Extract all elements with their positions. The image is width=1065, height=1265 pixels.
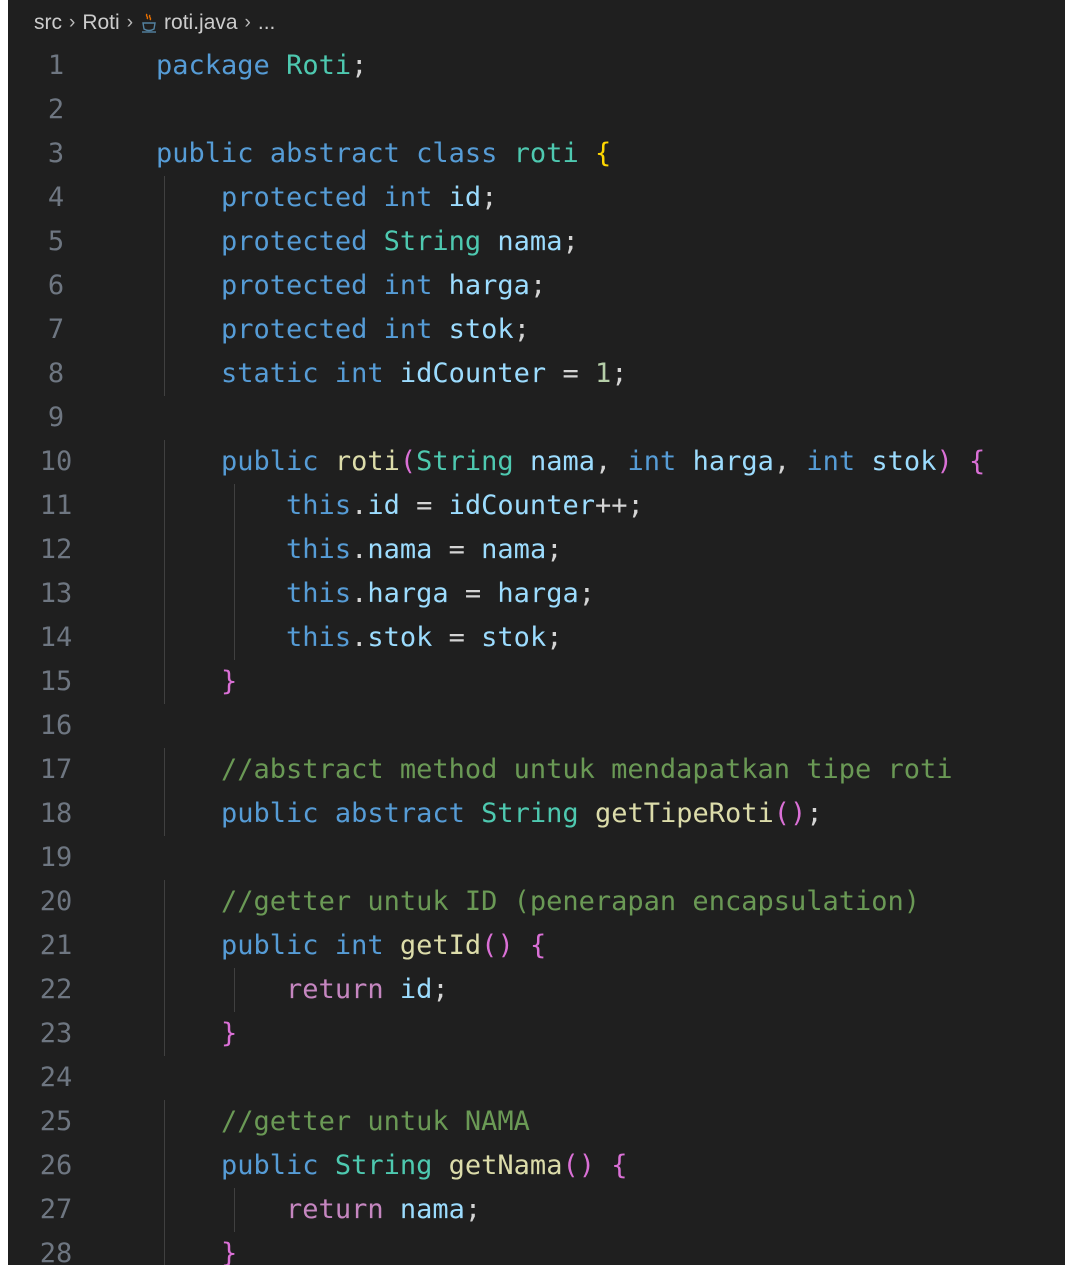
code-text: protected int harga; bbox=[221, 270, 547, 301]
code-text: static int idCounter = 1; bbox=[221, 358, 628, 389]
code-line[interactable]: 21 public int getId() { bbox=[8, 924, 1065, 968]
line-number: 17 bbox=[39, 754, 73, 785]
line-number: 28 bbox=[39, 1238, 73, 1265]
code-text: protected int stok; bbox=[221, 314, 530, 345]
breadcrumb-separator: › bbox=[126, 12, 134, 33]
breadcrumb-item-src[interactable]: src bbox=[34, 11, 62, 35]
line-number: 11 bbox=[39, 490, 73, 521]
line-number: 16 bbox=[39, 710, 73, 741]
code-text: this.nama = nama; bbox=[286, 534, 563, 565]
code-text: return id; bbox=[286, 974, 449, 1005]
code-line[interactable]: 6 protected int harga; bbox=[8, 264, 1065, 308]
breadcrumb: src › Roti › roti.java › ... bbox=[34, 8, 275, 38]
code-line[interactable]: 23 } bbox=[8, 1012, 1065, 1056]
code-line[interactable]: 27 return nama; bbox=[8, 1188, 1065, 1232]
code-line[interactable]: 7 protected int stok; bbox=[8, 308, 1065, 352]
line-number: 21 bbox=[39, 930, 73, 961]
code-text: public roti(String nama, int harga, int … bbox=[221, 446, 986, 477]
line-number: 25 bbox=[39, 1106, 73, 1137]
code-line[interactable]: 28 } bbox=[8, 1232, 1065, 1265]
code-line[interactable]: 3 public abstract class roti { bbox=[8, 132, 1065, 176]
line-number: 18 bbox=[39, 798, 73, 829]
code-text: protected String nama; bbox=[221, 226, 579, 257]
code-line[interactable]: 15 } bbox=[8, 660, 1065, 704]
code-text: this.stok = stok; bbox=[286, 622, 563, 653]
code-line[interactable]: 9 bbox=[8, 396, 1065, 440]
code-line[interactable]: 26 public String getNama() { bbox=[8, 1144, 1065, 1188]
line-number: 22 bbox=[39, 974, 73, 1005]
code-line[interactable]: 13 this.harga = harga; bbox=[8, 572, 1065, 616]
line-number: 2 bbox=[47, 94, 65, 125]
code-line[interactable]: 10 public roti(String nama, int harga, i… bbox=[8, 440, 1065, 484]
line-number: 23 bbox=[39, 1018, 73, 1049]
line-number: 13 bbox=[39, 578, 73, 609]
line-number: 1 bbox=[47, 50, 65, 81]
line-number: 24 bbox=[39, 1062, 73, 1093]
line-number: 26 bbox=[39, 1150, 73, 1181]
code-line[interactable]: 2 bbox=[8, 88, 1065, 132]
code-line[interactable]: 17 //abstract method untuk mendapatkan t… bbox=[8, 748, 1065, 792]
code-line[interactable]: 11 this.id = idCounter++; bbox=[8, 484, 1065, 528]
line-number: 14 bbox=[39, 622, 73, 653]
breadcrumb-item-roti-folder[interactable]: Roti bbox=[82, 11, 119, 35]
line-number: 15 bbox=[39, 666, 73, 697]
breadcrumb-separator: › bbox=[69, 12, 76, 33]
code-line[interactable]: 14 this.stok = stok; bbox=[8, 616, 1065, 660]
line-number: 10 bbox=[39, 446, 73, 477]
breadcrumb-item-file[interactable]: roti.java bbox=[164, 11, 238, 35]
code-text: public abstract String getTipeRoti(); bbox=[221, 798, 823, 829]
line-number: 6 bbox=[47, 270, 65, 301]
code-text: //abstract method untuk mendapatkan tipe… bbox=[221, 754, 953, 785]
code-text: //getter untuk ID (penerapan encapsulati… bbox=[221, 886, 921, 917]
code-text: package Roti; bbox=[156, 50, 368, 81]
code-area[interactable]: 1 package Roti; 2 3 public abstract class ro… bbox=[8, 44, 1065, 1265]
line-number: 3 bbox=[47, 138, 65, 169]
code-line[interactable]: 25 //getter untuk NAMA bbox=[8, 1100, 1065, 1144]
code-line[interactable]: 20 //getter untuk ID (penerapan encapsul… bbox=[8, 880, 1065, 924]
code-text: public abstract class roti { bbox=[156, 138, 612, 169]
line-number: 20 bbox=[39, 886, 73, 917]
code-line[interactable]: 19 bbox=[8, 836, 1065, 880]
code-line[interactable]: 4 protected int id; bbox=[8, 176, 1065, 220]
code-line[interactable]: 24 bbox=[8, 1056, 1065, 1100]
code-text: public String getNama() { bbox=[221, 1150, 628, 1181]
code-line[interactable]: 22 return id; bbox=[8, 968, 1065, 1012]
code-line[interactable]: 12 this.nama = nama; bbox=[8, 528, 1065, 572]
code-line[interactable]: 8 static int idCounter = 1; bbox=[8, 352, 1065, 396]
code-text: this.harga = harga; bbox=[286, 578, 595, 609]
code-editor[interactable]: src › Roti › roti.java › ... 1 package Ro… bbox=[8, 0, 1065, 1265]
code-text: } bbox=[221, 1018, 238, 1049]
code-text: protected int id; bbox=[221, 182, 498, 213]
line-number: 9 bbox=[47, 402, 65, 433]
code-line[interactable]: 18 public abstract String getTipeRoti(); bbox=[8, 792, 1065, 836]
code-text: } bbox=[221, 1238, 238, 1265]
line-number: 8 bbox=[47, 358, 65, 389]
code-line[interactable]: 5 protected String nama; bbox=[8, 220, 1065, 264]
breadcrumb-separator: › bbox=[244, 12, 251, 33]
code-text: public int getId() { bbox=[221, 930, 547, 961]
code-text: //getter untuk NAMA bbox=[221, 1106, 530, 1137]
code-text: this.id = idCounter++; bbox=[286, 490, 644, 521]
code-text: return nama; bbox=[286, 1194, 482, 1225]
breadcrumb-item-symbols[interactable]: ... bbox=[258, 11, 276, 35]
line-number: 4 bbox=[47, 182, 65, 213]
line-number: 12 bbox=[39, 534, 73, 565]
line-number: 19 bbox=[39, 842, 73, 873]
code-line[interactable]: 1 package Roti; bbox=[8, 44, 1065, 88]
code-line[interactable]: 16 bbox=[8, 704, 1065, 748]
code-text: } bbox=[221, 666, 238, 697]
line-number: 27 bbox=[39, 1194, 73, 1225]
line-number: 7 bbox=[47, 314, 65, 345]
line-number: 5 bbox=[47, 226, 65, 257]
java-cup-icon bbox=[140, 12, 158, 34]
